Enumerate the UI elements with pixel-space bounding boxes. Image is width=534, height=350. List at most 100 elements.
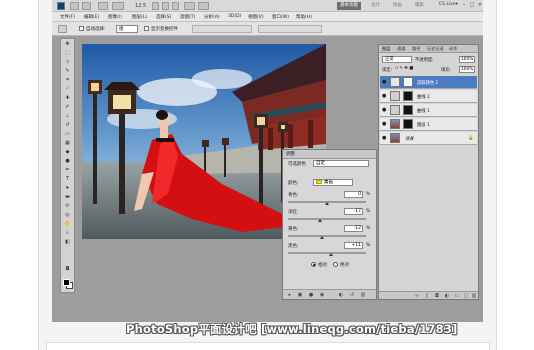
- magenta-slider-thumb[interactable]: [318, 219, 323, 222]
- auto-select-dropdown[interactable]: 组: [116, 25, 138, 33]
- history-brush-tool-icon[interactable]: ↺: [62, 122, 73, 129]
- new-layer-icon[interactable]: ▢: [463, 293, 469, 299]
- menu-edit[interactable]: 编辑(E): [84, 14, 99, 20]
- arrange-documents-icon[interactable]: [184, 2, 195, 10]
- yellow-slider-track[interactable]: [288, 235, 366, 239]
- visibility-icon[interactable]: ◉: [319, 292, 325, 298]
- 3d-rotate-tool-icon[interactable]: ⟳: [62, 203, 73, 210]
- black-slider-track[interactable]: [288, 252, 366, 256]
- opacity-input[interactable]: 100%: [459, 56, 475, 63]
- workspace-tab-essentials[interactable]: 基本功能: [337, 2, 361, 10]
- rotate-view-icon[interactable]: [172, 2, 179, 10]
- bridge-icon[interactable]: [70, 2, 79, 10]
- fill-input[interactable]: 100%: [459, 66, 475, 73]
- quick-mask-icon[interactable]: ◘: [62, 266, 73, 273]
- shape-tool-icon[interactable]: ▬: [62, 194, 73, 201]
- align-buttons-icon[interactable]: [192, 25, 252, 33]
- menu-analysis[interactable]: 分析(A): [204, 14, 220, 20]
- close-icon[interactable]: ✕: [477, 2, 483, 9]
- layer-row-curves-2[interactable]: ● 曲线 2: [380, 90, 477, 103]
- return-to-list-icon[interactable]: ◂: [286, 292, 292, 298]
- hand-tool-icon[interactable]: [152, 2, 159, 10]
- delete-adjustment-icon[interactable]: ▥: [360, 292, 366, 298]
- zoom-tool-icon[interactable]: ⌕: [62, 230, 73, 237]
- screen-mode-icon[interactable]: [198, 2, 209, 10]
- pen-tool-icon[interactable]: ✒: [62, 167, 73, 174]
- workspace-tab-painting[interactable]: 绘画: [390, 2, 405, 10]
- colors-dropdown[interactable]: 黄色: [313, 179, 353, 186]
- menu-view[interactable]: 视图(V): [248, 14, 264, 20]
- layer-style-icon[interactable]: ƒ: [424, 293, 430, 299]
- visibility-eye-icon[interactable]: ●: [382, 136, 388, 141]
- move-tool-preset-icon[interactable]: [58, 25, 67, 33]
- expand-view-icon[interactable]: ▣: [297, 292, 303, 298]
- relative-radio[interactable]: [311, 262, 316, 267]
- distribute-buttons-icon[interactable]: [258, 25, 322, 33]
- 3d-camera-tool-icon[interactable]: ◎: [62, 212, 73, 219]
- path-select-tool-icon[interactable]: ➤: [62, 185, 73, 192]
- cyan-slider-track[interactable]: [288, 201, 366, 205]
- add-mask-icon[interactable]: ◘: [434, 293, 440, 299]
- layer-row-selective-color[interactable]: ● 选取颜色 1: [380, 76, 477, 89]
- menu-help[interactable]: 帮助(H): [296, 14, 312, 20]
- menu-image[interactable]: 图像(I): [108, 14, 122, 20]
- menu-window[interactable]: 窗口(W): [272, 14, 289, 20]
- layer-row-layer-1[interactable]: ● 图层 1: [380, 118, 477, 131]
- menu-select[interactable]: 选择(S): [156, 14, 171, 20]
- visibility-eye-icon[interactable]: ●: [382, 80, 388, 85]
- workspace-tab-design[interactable]: 设计: [368, 2, 383, 10]
- magenta-value-input[interactable]: -17: [344, 208, 363, 215]
- layer-row-background[interactable]: ● 背景 🔒: [380, 132, 477, 145]
- tab-actions[interactable]: 动作: [449, 46, 457, 52]
- default-colors-icon[interactable]: ◧: [62, 239, 73, 246]
- visibility-eye-icon[interactable]: ●: [382, 94, 388, 99]
- lasso-tool-icon[interactable]: ↄ: [62, 59, 73, 66]
- layer-row-curves-1[interactable]: ● 曲线 1: [380, 104, 477, 117]
- crop-tool-icon[interactable]: ⌗: [62, 77, 73, 84]
- tab-history[interactable]: 历史记录: [427, 46, 444, 52]
- magenta-slider-track[interactable]: [288, 218, 366, 222]
- visibility-eye-icon[interactable]: ●: [382, 122, 388, 127]
- new-adjustment-icon[interactable]: ◐: [444, 293, 450, 299]
- visibility-eye-icon[interactable]: ●: [382, 108, 388, 113]
- maximize-icon[interactable]: □: [469, 2, 475, 9]
- delete-layer-icon[interactable]: ▥: [471, 293, 477, 299]
- zoom-level[interactable]: 12.5: [135, 3, 146, 9]
- brush-tool-icon[interactable]: ✐: [62, 104, 73, 111]
- workspace-tab-photography[interactable]: 摄影: [412, 2, 427, 10]
- tab-paths[interactable]: 路径: [412, 46, 420, 52]
- black-value-input[interactable]: +11: [344, 242, 363, 249]
- gradient-tool-icon[interactable]: ▦: [62, 140, 73, 147]
- blur-tool-icon[interactable]: ◆: [62, 149, 73, 156]
- lock-buttons-icon[interactable]: ▫ ✎ ✥ ■: [395, 66, 413, 71]
- yellow-slider-thumb[interactable]: [320, 236, 325, 239]
- cs-live-button[interactable]: CS Live▾: [439, 2, 458, 7]
- absolute-radio[interactable]: [333, 262, 338, 267]
- view-extras-icon[interactable]: [98, 2, 108, 10]
- cyan-value-input[interactable]: 0: [344, 191, 363, 198]
- type-tool-icon[interactable]: T: [62, 176, 73, 183]
- tab-channels[interactable]: 通道: [397, 46, 405, 52]
- move-tool-icon[interactable]: ✥: [62, 41, 73, 48]
- minimize-icon[interactable]: –: [461, 2, 467, 9]
- black-slider-thumb[interactable]: [329, 253, 334, 256]
- zoom-dropdown-icon[interactable]: [112, 2, 124, 10]
- eyedropper-tool-icon[interactable]: ⟋: [62, 86, 73, 93]
- healing-brush-tool-icon[interactable]: ✚: [62, 95, 73, 102]
- foreground-color-swatch[interactable]: [63, 279, 70, 286]
- clone-stamp-tool-icon[interactable]: ⊥: [62, 113, 73, 120]
- blend-mode-dropdown[interactable]: 正常: [382, 56, 412, 63]
- menu-filter[interactable]: 滤镜(T): [180, 14, 195, 20]
- zoom-tool-icon[interactable]: [162, 2, 169, 10]
- preset-dropdown[interactable]: 自定: [313, 160, 369, 167]
- tab-layers[interactable]: 图层: [382, 46, 390, 52]
- yellow-value-input[interactable]: -12: [344, 225, 363, 232]
- dodge-tool-icon[interactable]: ●: [62, 158, 73, 165]
- reset-icon[interactable]: ↺: [349, 292, 355, 298]
- view-previous-icon[interactable]: ◐: [338, 292, 344, 298]
- menu-layer[interactable]: 图层(L): [132, 14, 147, 20]
- auto-select-checkbox[interactable]: [79, 26, 84, 31]
- cyan-slider-thumb[interactable]: [325, 202, 329, 205]
- eraser-tool-icon[interactable]: ▭: [62, 131, 73, 138]
- hand-tool-icon[interactable]: ✋: [62, 221, 73, 228]
